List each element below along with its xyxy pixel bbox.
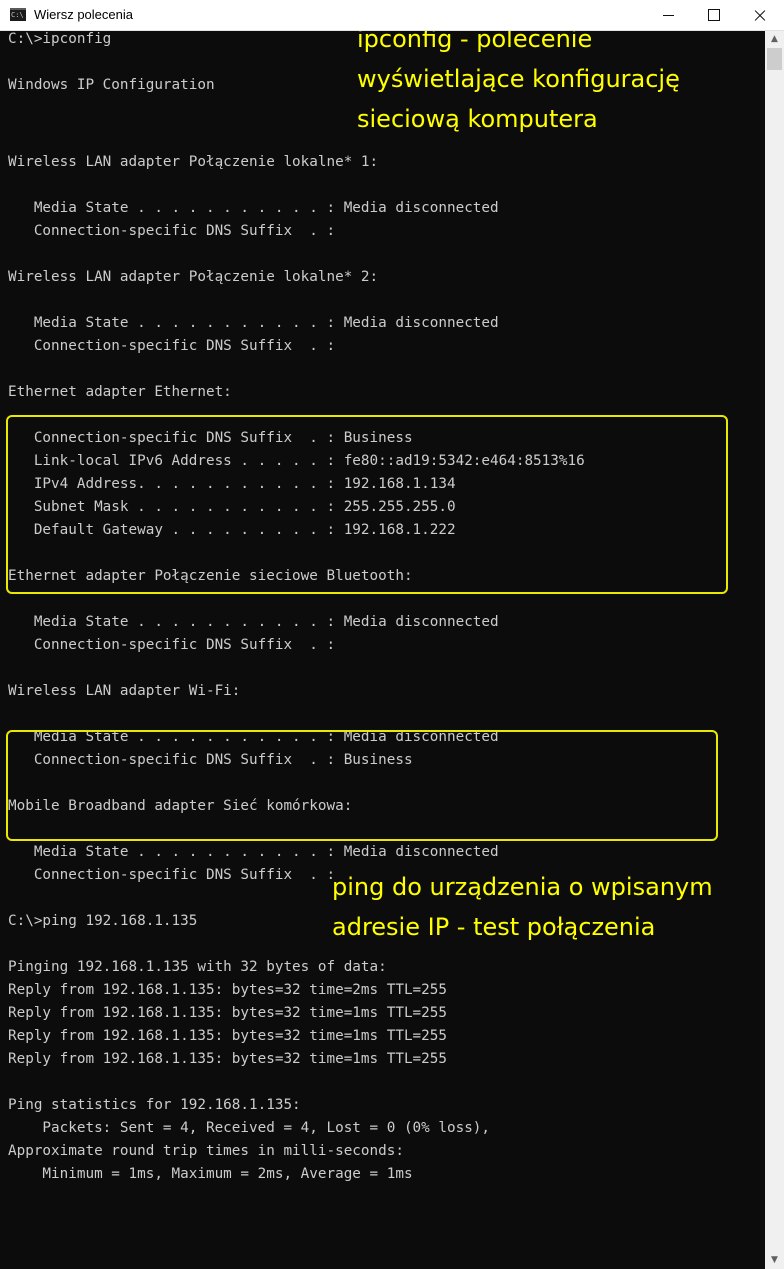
scroll-thumb[interactable] bbox=[767, 48, 782, 70]
wifi-highlight-box bbox=[6, 730, 718, 841]
ipconfig-annotation-line: wyświetlające konfigurację bbox=[357, 65, 680, 93]
console-line: Ethernet adapter Ethernet: bbox=[8, 384, 232, 400]
ipconfig-annotation-line: ipconfig - polecenie bbox=[357, 31, 593, 53]
console-line: Approximate round trip times in milli-se… bbox=[8, 1143, 404, 1159]
console-line: Wireless LAN adapter Wi-Fi: bbox=[8, 683, 241, 699]
console-line: Minimum = 1ms, Maximum = 2ms, Average = … bbox=[8, 1166, 413, 1182]
ipconfig-annotation-line: sieciową komputera bbox=[357, 105, 598, 133]
cmd-icon: C:\ bbox=[10, 8, 26, 21]
close-button[interactable] bbox=[737, 0, 783, 30]
scroll-down-arrow-icon[interactable]: ▼ bbox=[765, 1252, 784, 1269]
console-output[interactable]: C:\>ipconfig Windows IP Configuration Wi… bbox=[0, 31, 765, 1269]
minimize-button[interactable] bbox=[645, 0, 691, 30]
console-line: Windows IP Configuration bbox=[8, 77, 215, 93]
console-line: Connection-specific DNS Suffix . : bbox=[8, 637, 336, 653]
console-line: Media State . . . . . . . . . . . : Medi… bbox=[8, 614, 499, 630]
console-line: Reply from 192.168.1.135: bytes=32 time=… bbox=[8, 1028, 447, 1044]
console-line: Media State . . . . . . . . . . . : Medi… bbox=[8, 200, 499, 216]
console-line: Packets: Sent = 4, Received = 4, Lost = … bbox=[8, 1120, 491, 1136]
command-prompt-window: C:\ Wiersz polecenia C:\>ipconfig Window… bbox=[0, 0, 784, 1269]
ethernet-highlight-box bbox=[6, 415, 728, 594]
console-line: Media State . . . . . . . . . . . : Medi… bbox=[8, 315, 499, 331]
console-line: Connection-specific DNS Suffix . : bbox=[8, 338, 336, 354]
console-line: Pinging 192.168.1.135 with 32 bytes of d… bbox=[8, 959, 387, 975]
console-line: Reply from 192.168.1.135: bytes=32 time=… bbox=[8, 1005, 447, 1021]
console-line: Ping statistics for 192.168.1.135: bbox=[8, 1097, 301, 1113]
console-line: Reply from 192.168.1.135: bytes=32 time=… bbox=[8, 982, 447, 998]
console-line: C:\>ipconfig bbox=[8, 31, 112, 47]
console-line: Wireless LAN adapter Połączenie lokalne*… bbox=[8, 154, 379, 170]
ping-annotation-line: ping do urządzenia o wpisanym bbox=[332, 873, 713, 901]
console-line: Connection-specific DNS Suffix . : bbox=[8, 223, 336, 239]
window-title: Wiersz polecenia bbox=[34, 7, 133, 22]
vertical-scrollbar[interactable]: ▲ ▼ bbox=[765, 31, 784, 1269]
console-line: Connection-specific DNS Suffix . : bbox=[8, 867, 336, 883]
console-line: C:\>ping 192.168.1.135 bbox=[8, 913, 198, 929]
maximize-button[interactable] bbox=[691, 0, 737, 30]
title-bar[interactable]: C:\ Wiersz polecenia bbox=[0, 0, 784, 31]
console-line: Media State . . . . . . . . . . . : Medi… bbox=[8, 844, 499, 860]
scroll-up-arrow-icon[interactable]: ▲ bbox=[765, 31, 784, 48]
ping-annotation-line: adresie IP - test połączenia bbox=[332, 913, 656, 941]
console-line: Reply from 192.168.1.135: bytes=32 time=… bbox=[8, 1051, 447, 1067]
console-line: Wireless LAN adapter Połączenie lokalne*… bbox=[8, 269, 379, 285]
